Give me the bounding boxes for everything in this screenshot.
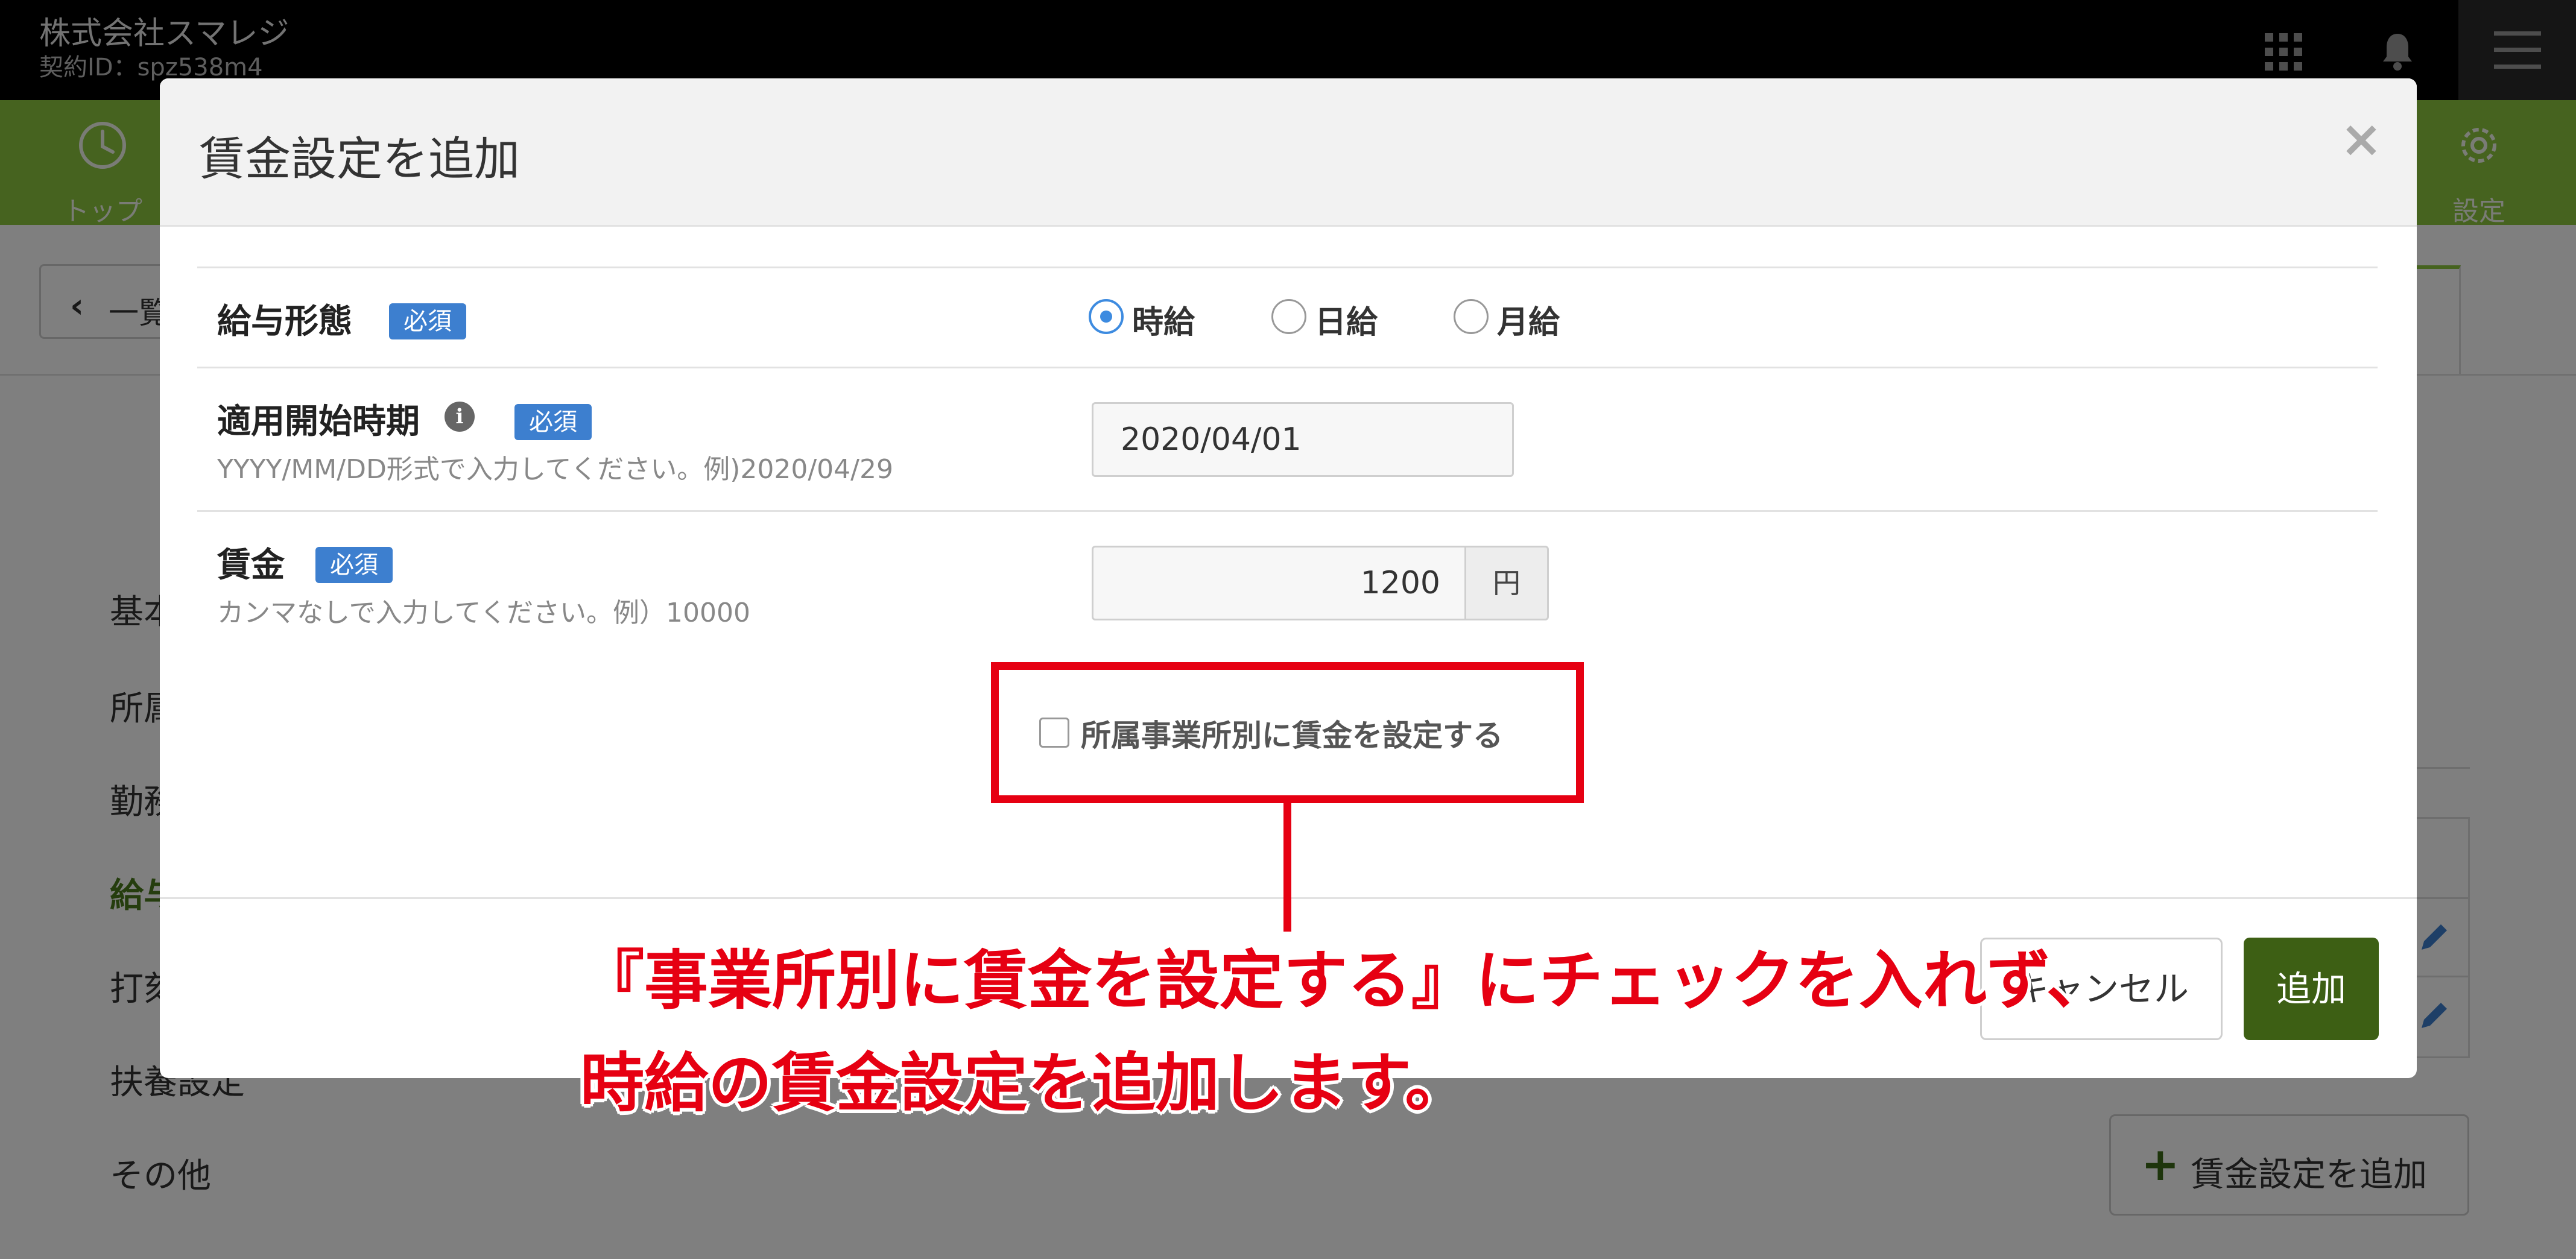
pay-type-label: 給与形態: [217, 302, 352, 341]
radio-hourly-label: 時給: [1132, 304, 1195, 341]
required-badge: 必須: [514, 404, 592, 440]
callout-line: [1283, 802, 1291, 932]
required-badge: 必須: [389, 303, 466, 339]
modal-header: 賃金設定を追加 ×: [160, 78, 2417, 227]
start-date-label: 適用開始時期: [217, 402, 420, 441]
radio-monthly-label: 月給: [1497, 304, 1560, 341]
required-badge: 必須: [315, 547, 393, 583]
annotation-line-2: 時給の賃金設定を追加します。: [580, 1046, 1469, 1120]
wage-hint: カンマなしで入力してください。例）10000: [217, 598, 751, 628]
divider: [197, 510, 2378, 512]
close-icon[interactable]: ×: [2337, 109, 2385, 169]
modal-title: 賃金設定を追加: [199, 132, 520, 186]
info-icon[interactable]: i: [445, 402, 475, 432]
divider: [197, 267, 2378, 268]
radio-button[interactable]: [1089, 299, 1124, 334]
radio-daily-label: 日給: [1315, 304, 1378, 341]
radio-button[interactable]: [1454, 299, 1489, 334]
annotation-line-1: 『事業所別に賃金を設定する』にチェックを入れず、: [580, 944, 2110, 1018]
start-date-hint: YYYY/MM/DD形式で入力してください。例)2020/04/29: [217, 454, 893, 485]
add-button[interactable]: 追加: [2244, 938, 2379, 1040]
yen-unit: 円: [1464, 546, 1549, 620]
wage-input[interactable]: 1200: [1092, 546, 1464, 620]
highlight-box: [991, 662, 1584, 803]
radio-button[interactable]: [1271, 299, 1306, 334]
wage-label: 賃金: [217, 546, 285, 585]
start-date-input[interactable]: 2020/04/01: [1092, 402, 1514, 477]
divider: [197, 367, 2378, 368]
